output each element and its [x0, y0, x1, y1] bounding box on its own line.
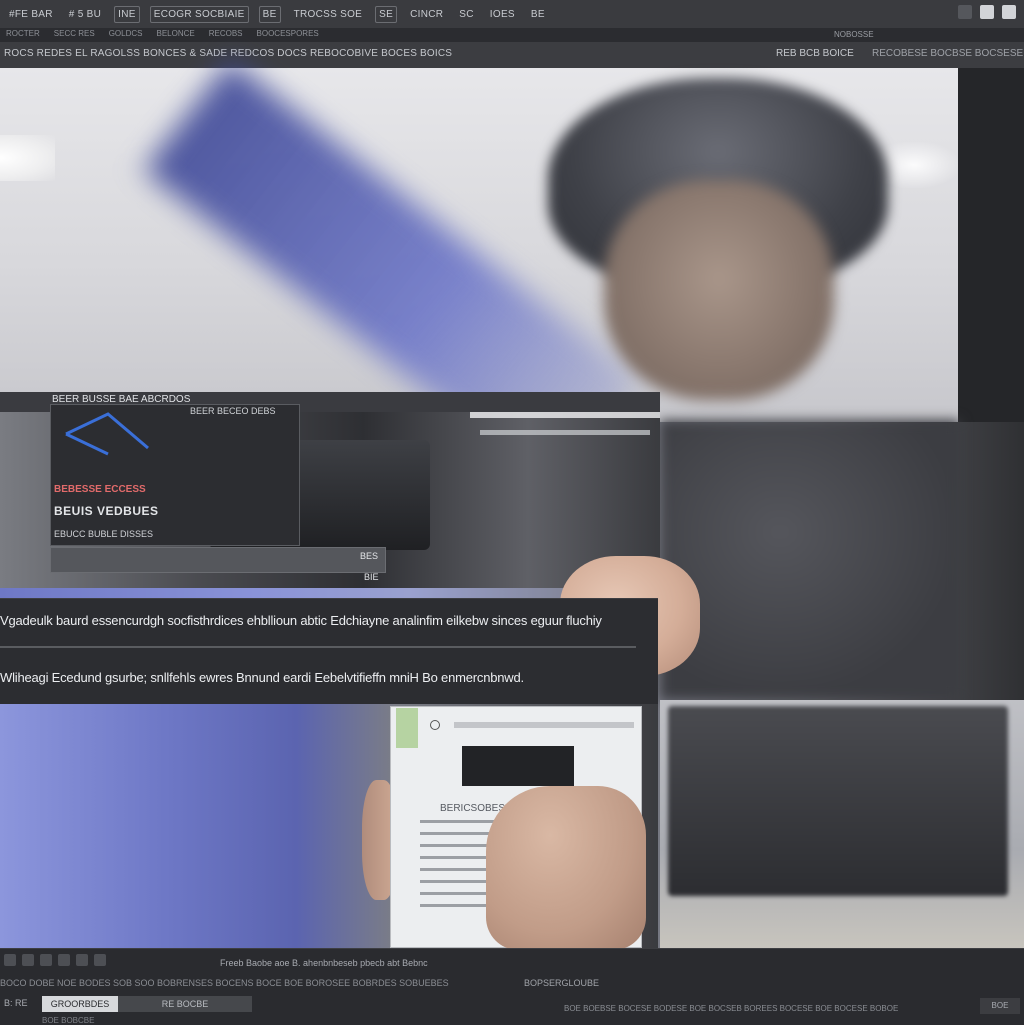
- caption-icon[interactable]: [76, 954, 88, 966]
- window-controls: [958, 5, 1016, 19]
- menu-item-5[interactable]: BE: [258, 5, 281, 23]
- document-tab: [396, 708, 418, 748]
- next-icon[interactable]: [40, 954, 52, 966]
- caption-divider: [0, 646, 636, 648]
- subtab-6[interactable]: BOOCESPORES: [257, 29, 319, 38]
- menu-item-6[interactable]: TROCSS SOE: [291, 7, 366, 22]
- status-left-label: B: RE: [4, 998, 28, 1008]
- subtab-2[interactable]: SECC RES: [54, 29, 95, 38]
- settings-icon[interactable]: [1002, 5, 1016, 19]
- overlay-highlight: [480, 430, 650, 435]
- inner-label-title: BEUIS VEDBUES: [54, 504, 159, 518]
- menu-item-9[interactable]: SC: [456, 7, 477, 22]
- background-monitor: [668, 706, 1008, 896]
- panel-label: NOBOSSE: [834, 30, 874, 39]
- menu-item-8[interactable]: CINCR: [407, 7, 446, 22]
- status-text: Freeb Baobe aoe B. ahenbnbeseb pbecb abt…: [220, 958, 428, 968]
- menu-item-4[interactable]: ECOGR SOCBIAIE: [149, 5, 249, 23]
- status-line-2: BOCO DOBE NOE BODES SOB SOO BOBRENSES BO…: [0, 978, 449, 988]
- ceiling-light: [0, 135, 55, 181]
- search-icon[interactable]: [980, 5, 994, 19]
- toolbar-right-label-2[interactable]: RECOBESE BOCBSE BOCSESE: [872, 48, 1023, 59]
- document-bullet-icon: [430, 720, 440, 730]
- menu-item-11[interactable]: BE: [528, 7, 548, 22]
- minimize-icon[interactable]: [958, 5, 972, 19]
- menu-item-10[interactable]: IOES: [487, 7, 518, 22]
- inner-label-sub: EBUCC BUBLE DISSES: [54, 529, 154, 539]
- subtab-3[interactable]: GOLDCS: [109, 29, 143, 38]
- menu-bar: #FE BAR # 5 BU INE ECOGR SOCBIAIE BE TRO…: [0, 0, 548, 28]
- subtab-5[interactable]: RECOBS: [209, 29, 243, 38]
- overlay-time-bottom: BIE: [364, 572, 379, 582]
- prev-icon[interactable]: [22, 954, 34, 966]
- subtab-4[interactable]: BELONCE: [156, 29, 194, 38]
- overlay-time-top: BES: [360, 551, 379, 561]
- status-tab-inactive[interactable]: RE BOCBE: [118, 996, 252, 1012]
- caption-line-1: Vgadeulk baurd essencurdgh socfisthrdice…: [0, 613, 602, 628]
- status-button[interactable]: BOE: [980, 998, 1020, 1014]
- fullscreen-icon[interactable]: [94, 954, 106, 966]
- status-tab-active[interactable]: GROORBDES: [42, 996, 118, 1012]
- inner-label-red: BEBESSE ECCESS: [54, 484, 146, 495]
- status-line-4: BOE BOEBSE BOCESE BODESE BOE BOCSEB BORE…: [564, 1004, 899, 1013]
- subtab-1[interactable]: ROCTER: [6, 29, 40, 38]
- status-line-2b: BOPSERGLOUBE: [524, 978, 600, 988]
- toolbar-text[interactable]: ROCS REDES EL RAGOLSS BONCES & SADE REDC…: [4, 48, 452, 59]
- document-image: [462, 746, 574, 786]
- chevron-logo-icon: [65, 412, 149, 456]
- subtabs: ROCTER SECC RES GOLDCS BELONCE RECOBS BO…: [6, 29, 319, 38]
- caption-line-2: Wliheagi Ecedund gsurbe; snllfehls ewres…: [0, 670, 524, 685]
- overlay-progress-bar[interactable]: [50, 547, 386, 573]
- menu-item-2[interactable]: # 5 BU: [66, 7, 104, 22]
- document-heading: [454, 722, 634, 728]
- status-icons: [4, 954, 106, 966]
- toolbar-right-label[interactable]: REB BCB BOICE: [776, 48, 854, 59]
- overlay-subtitle: BEER BECEO DEBS: [190, 406, 276, 416]
- menu-item-1[interactable]: #FE BAR: [6, 7, 56, 22]
- right-hand: [486, 786, 646, 950]
- person-body: [660, 420, 960, 700]
- volume-icon[interactable]: [58, 954, 70, 966]
- menu-item-7[interactable]: SE: [375, 5, 398, 23]
- menu-item-3[interactable]: INE: [114, 5, 140, 23]
- person-face: [604, 180, 834, 400]
- play-icon[interactable]: [4, 954, 16, 966]
